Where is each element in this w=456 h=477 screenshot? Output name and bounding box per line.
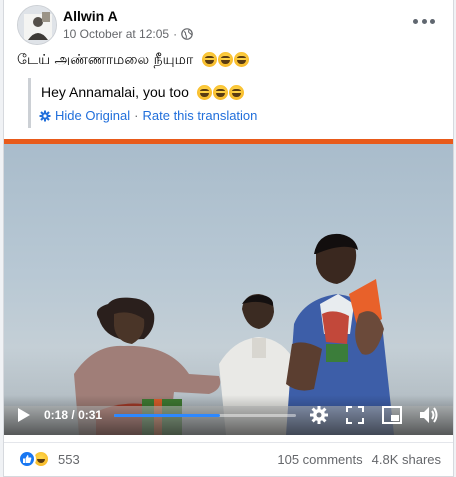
more-options-icon[interactable] (413, 14, 435, 28)
rate-translation-link[interactable]: Rate this translation (143, 108, 258, 123)
play-icon[interactable] (17, 407, 31, 423)
video-time: 0:18 / 0:31 (44, 408, 102, 422)
video-controls: 0:18 / 0:31 (4, 395, 453, 435)
gear-icon[interactable] (309, 405, 329, 425)
post-footer: 553 105 comments 4.8K shares (4, 442, 453, 474)
like-icon (18, 450, 36, 468)
video-time-separator: / (71, 408, 75, 422)
comments-count[interactable]: 105 comments (277, 452, 362, 467)
post-header: Allwin A 10 October at 12:05 · (4, 0, 453, 45)
author-avatar[interactable] (17, 5, 57, 45)
video-progress-bar[interactable] (114, 414, 296, 417)
grinning-emoji-icon (217, 52, 233, 67)
translation-text-row: Hey Annamalai, you too (41, 84, 244, 100)
grinning-emoji-icon (233, 52, 249, 67)
author-name[interactable]: Allwin A (63, 8, 118, 24)
gear-icon (39, 110, 51, 121)
video-duration: 0:31 (78, 408, 103, 422)
hide-original-link[interactable]: Hide Original (55, 108, 130, 123)
video-scene (4, 233, 453, 435)
volume-icon[interactable] (419, 406, 439, 424)
video-player[interactable]: 0:18 / 0:31 (4, 139, 453, 435)
post-original-text: டேய் அண்ணாமலை நீயுமா (17, 52, 194, 68)
meta-separator: · (173, 27, 178, 41)
post-card: Allwin A 10 October at 12:05 · டேய் அண்ண… (3, 0, 454, 477)
grinning-emoji-icon (228, 85, 244, 100)
grinning-emoji-icon (196, 85, 212, 100)
translation-links: Hide Original · Rate this translation (39, 108, 257, 123)
reactions-summary[interactable]: 553 (18, 450, 80, 468)
post-meta: 10 October at 12:05 · (63, 27, 193, 41)
translation-text: Hey Annamalai, you too (41, 84, 189, 100)
picture-in-picture-icon[interactable] (382, 406, 402, 424)
shares-count[interactable]: 4.8K shares (372, 452, 441, 467)
video-current-time: 0:18 (44, 408, 69, 422)
fullscreen-icon[interactable] (346, 406, 364, 424)
translation-block: Hey Annamalai, you too Hide Original · R… (28, 78, 448, 128)
post-stats: 105 comments 4.8K shares (277, 452, 441, 467)
link-separator: · (134, 108, 139, 123)
avatar-image (18, 6, 56, 44)
globe-icon[interactable] (181, 28, 193, 40)
video-progress-fill (114, 414, 220, 417)
post-text: டேய் அண்ணாமலை நீயுமா (17, 52, 249, 70)
reaction-count[interactable]: 553 (58, 452, 80, 467)
grinning-emoji-icon (201, 52, 217, 67)
grinning-emoji-icon (212, 85, 228, 100)
post-date[interactable]: 10 October at 12:05 (63, 27, 169, 41)
